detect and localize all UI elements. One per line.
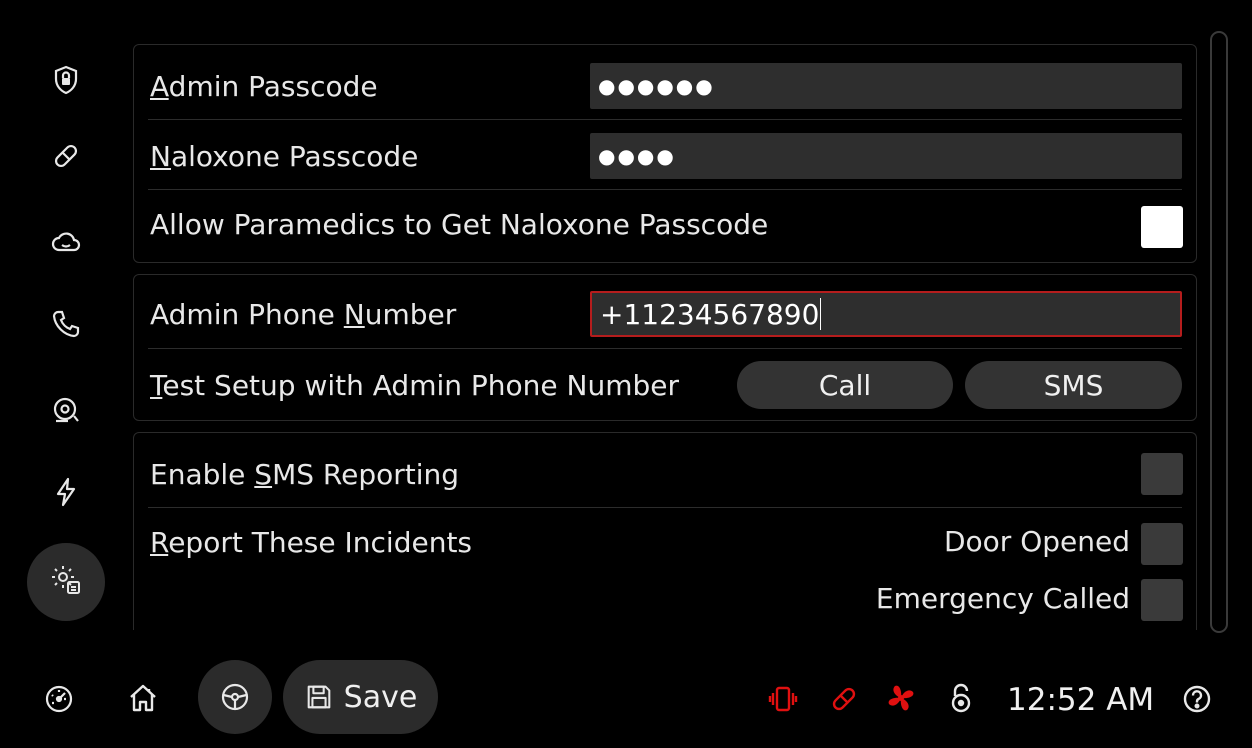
lock-status[interactable]: [945, 682, 977, 718]
enable-sms-label: Enable SMS Reporting: [150, 457, 460, 491]
text-caret: [820, 298, 822, 330]
sidebar-item-medication[interactable]: [27, 119, 105, 197]
cloud-icon: [50, 225, 82, 261]
fan-alert-icon: [885, 682, 917, 718]
shield-lock-icon: [50, 64, 82, 100]
sms-button[interactable]: SMS: [965, 361, 1182, 409]
floppy-disk-icon: [304, 682, 334, 712]
sms-reporting-panel: Enable SMS Reporting Report These Incide…: [133, 432, 1197, 630]
divider: [148, 348, 1182, 349]
passcode-panel: Admin Passcode ●●●●●● Naloxone Passcode …: [133, 44, 1197, 263]
steering-wheel-icon: [219, 681, 251, 713]
allow-paramedics-checkbox[interactable]: [1141, 206, 1183, 248]
home-icon: [127, 682, 159, 718]
report-incidents-label: Report These Incidents: [150, 525, 473, 559]
enable-sms-row: Enable SMS Reporting: [150, 451, 1182, 497]
test-setup-label: Test Setup with Admin Phone Number: [150, 368, 680, 402]
help-button[interactable]: [1181, 683, 1213, 719]
settings-gear-icon: [50, 564, 82, 600]
sidebar-item-phone[interactable]: [27, 287, 105, 365]
vibration-alert-status[interactable]: [767, 683, 799, 719]
emergency-called-checkbox[interactable]: [1141, 579, 1183, 621]
divider: [148, 189, 1182, 190]
naloxone-passcode-field[interactable]: ●●●●: [590, 133, 1182, 179]
emergency-called-label: Emergency Called: [875, 582, 1130, 615]
enable-sms-checkbox[interactable]: [1141, 453, 1183, 495]
sidebar-item-settings[interactable]: [27, 543, 105, 621]
dashboard-button[interactable]: [43, 683, 75, 719]
divider: [148, 119, 1182, 120]
admin-passcode-field[interactable]: ●●●●●●: [590, 63, 1182, 109]
admin-phone-label: Admin Phone Number: [150, 297, 457, 331]
steering-wheel-button[interactable]: [198, 660, 272, 734]
admin-phone-input[interactable]: +11234567890: [590, 291, 1182, 337]
allow-paramedics-row: Allow Paramedics to Get Naloxone Passcod…: [150, 201, 1182, 247]
door-opened-label: Door Opened: [943, 525, 1130, 558]
unlock-icon: [945, 682, 977, 718]
door-opened-checkbox[interactable]: [1141, 523, 1183, 565]
app-window: Admin Passcode ●●●●●● Naloxone Passcode …: [5, 3, 1248, 745]
vertical-scrollbar[interactable]: [1210, 31, 1228, 633]
speedometer-icon: [43, 683, 75, 719]
admin-phone-panel: Admin Phone Number +11234567890 Test Set…: [133, 274, 1197, 421]
alarm-bell-icon: [50, 394, 82, 430]
sidebar-item-cloud[interactable]: [27, 204, 105, 282]
pill-alert-icon: [828, 683, 860, 719]
naloxone-passcode-label: Naloxone Passcode: [150, 139, 419, 173]
medication-alert-status[interactable]: [828, 683, 860, 719]
pill-icon: [50, 140, 82, 176]
phone-icon: [50, 308, 82, 344]
home-button[interactable]: [127, 682, 159, 718]
call-button[interactable]: Call: [737, 361, 953, 409]
sidebar-item-security[interactable]: [27, 43, 105, 121]
admin-passcode-label: Admin Passcode: [150, 69, 378, 103]
help-icon: [1181, 683, 1213, 719]
divider: [148, 507, 1182, 508]
allow-paramedics-label: Allow Paramedics to Get Naloxone Passcod…: [150, 207, 769, 241]
save-button[interactable]: Save: [283, 660, 438, 734]
sidebar-item-alarm[interactable]: [27, 373, 105, 451]
save-label: Save: [343, 679, 418, 715]
clock: 12:52 AM: [1007, 682, 1155, 718]
lightning-icon: [50, 476, 82, 512]
fan-alert-status[interactable]: [885, 682, 917, 718]
vibration-alert-icon: [767, 683, 799, 719]
sidebar-item-power[interactable]: [27, 455, 105, 533]
